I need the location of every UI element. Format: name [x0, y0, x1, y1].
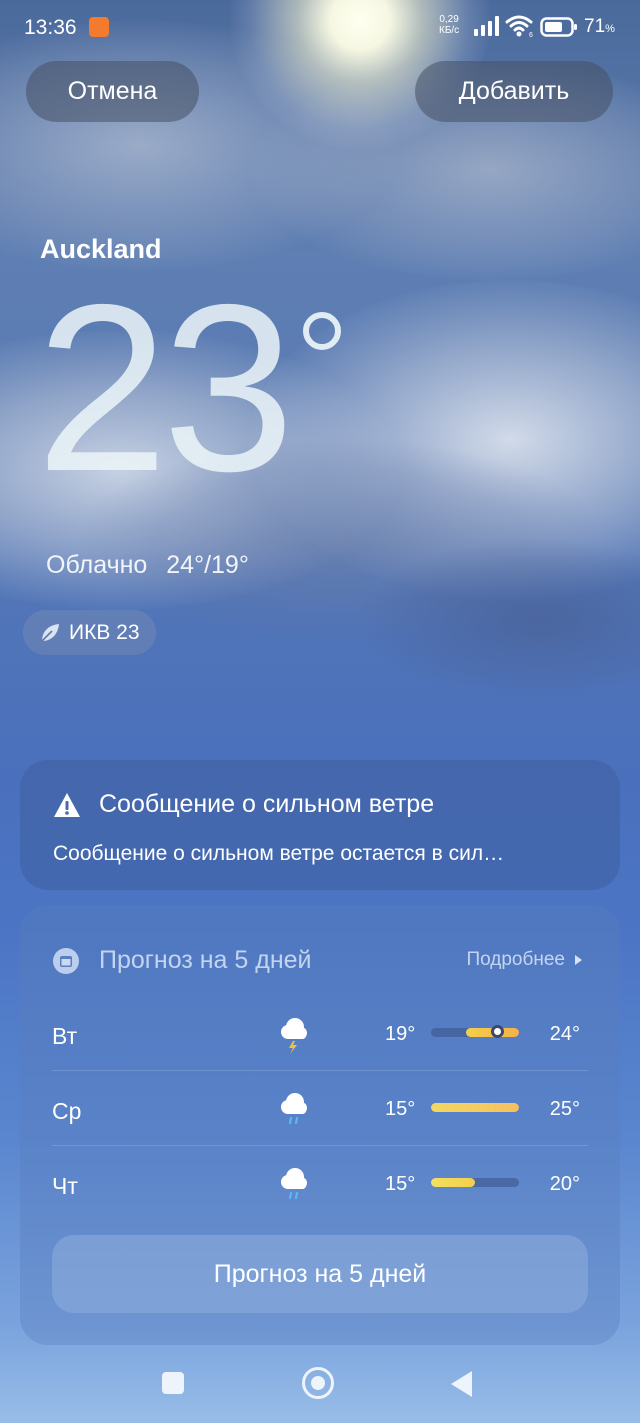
svg-text:6: 6 — [529, 32, 533, 38]
forecast-card: Прогноз на 5 дней Подробнее Вт 19° 24° С… — [20, 905, 620, 1345]
weather-alert-card[interactable]: Сообщение о сильном ветре Сообщение о си… — [20, 760, 620, 890]
forecast-high: 20° — [549, 1173, 580, 1195]
weather-condition: Облачно 24°/19° — [46, 551, 249, 580]
rain-icon — [281, 1168, 307, 1200]
divider — [52, 1145, 588, 1146]
alert-title: Сообщение о сильном ветре — [99, 790, 435, 818]
forecast-day: Ср — [52, 1098, 82, 1124]
leaf-icon — [41, 623, 59, 642]
forecast-low: 15° — [385, 1098, 416, 1120]
network-speed-value: 0,29 — [439, 14, 459, 25]
temperature-range-bar — [431, 1178, 519, 1187]
forecast-day: Чт — [52, 1173, 78, 1199]
forecast-5-days-button[interactable]: Прогноз на 5 дней — [52, 1235, 588, 1313]
warning-icon — [54, 792, 80, 817]
add-button[interactable]: Добавить — [415, 61, 613, 122]
current-temperature-marker — [491, 1025, 504, 1038]
temperature-range-bar — [431, 1025, 519, 1038]
network-speed-unit: КБ/с — [439, 25, 460, 36]
navigation-bar — [0, 1350, 640, 1423]
calendar-icon — [53, 947, 79, 974]
app-notification-icon — [89, 17, 109, 37]
degree-symbol — [303, 312, 341, 350]
aqi-label: ИКВ 23 — [69, 620, 140, 644]
forecast-title: Прогноз на 5 дней — [99, 946, 312, 974]
rain-icon — [281, 1093, 307, 1125]
battery-percent: 71% — [584, 16, 615, 38]
cancel-button[interactable]: Отмена — [26, 61, 199, 122]
forecast-day: Вт — [52, 1023, 78, 1049]
forecast-low: 15° — [385, 1173, 416, 1195]
battery-percent-value: 71 — [584, 16, 606, 37]
back-button[interactable] — [451, 1371, 472, 1397]
battery-icon — [540, 17, 577, 37]
network-speed: 0,29 КБ/с — [439, 14, 459, 36]
forecast-high: 24° — [549, 1023, 580, 1045]
status-bar: 13:36 0,29 КБ/с 6 71% — [0, 0, 640, 56]
current-temperature: 23 — [36, 256, 295, 521]
thunderstorm-icon — [281, 1018, 307, 1054]
forecast-high: 25° — [549, 1098, 580, 1120]
alert-title-row: Сообщение о сильном ветре — [53, 790, 434, 819]
condition-label: Облачно — [46, 551, 148, 579]
forecast-header: Прогноз на 5 дней — [53, 946, 312, 975]
aqi-badge[interactable]: ИКВ 23 — [23, 610, 156, 655]
battery-percent-symbol: % — [605, 23, 615, 35]
divider — [52, 1070, 588, 1071]
chevron-right-icon — [575, 955, 582, 965]
signal-icon — [474, 16, 499, 36]
forecast-row[interactable]: Чт 15° 20° — [52, 1155, 588, 1230]
forecast-row[interactable]: Вт 19° 24° — [52, 1005, 588, 1080]
alert-text: Сообщение о сильном ветре остается в сил… — [53, 842, 505, 865]
home-button[interactable] — [302, 1367, 334, 1399]
status-time: 13:36 — [24, 16, 77, 39]
temperature-range: 24°/19° — [166, 551, 249, 579]
temperature-range-fill — [431, 1178, 475, 1187]
temperature-range-bar — [431, 1103, 519, 1112]
forecast-more-link[interactable]: Подробнее — [466, 949, 582, 971]
temperature-range-fill — [431, 1103, 519, 1112]
forecast-more-label: Подробнее — [466, 949, 565, 970]
forecast-row[interactable]: Ср 15° 25° — [52, 1080, 588, 1155]
recent-apps-button[interactable] — [162, 1372, 184, 1394]
wifi-icon: 6 — [505, 15, 533, 38]
forecast-low: 19° — [385, 1023, 416, 1045]
